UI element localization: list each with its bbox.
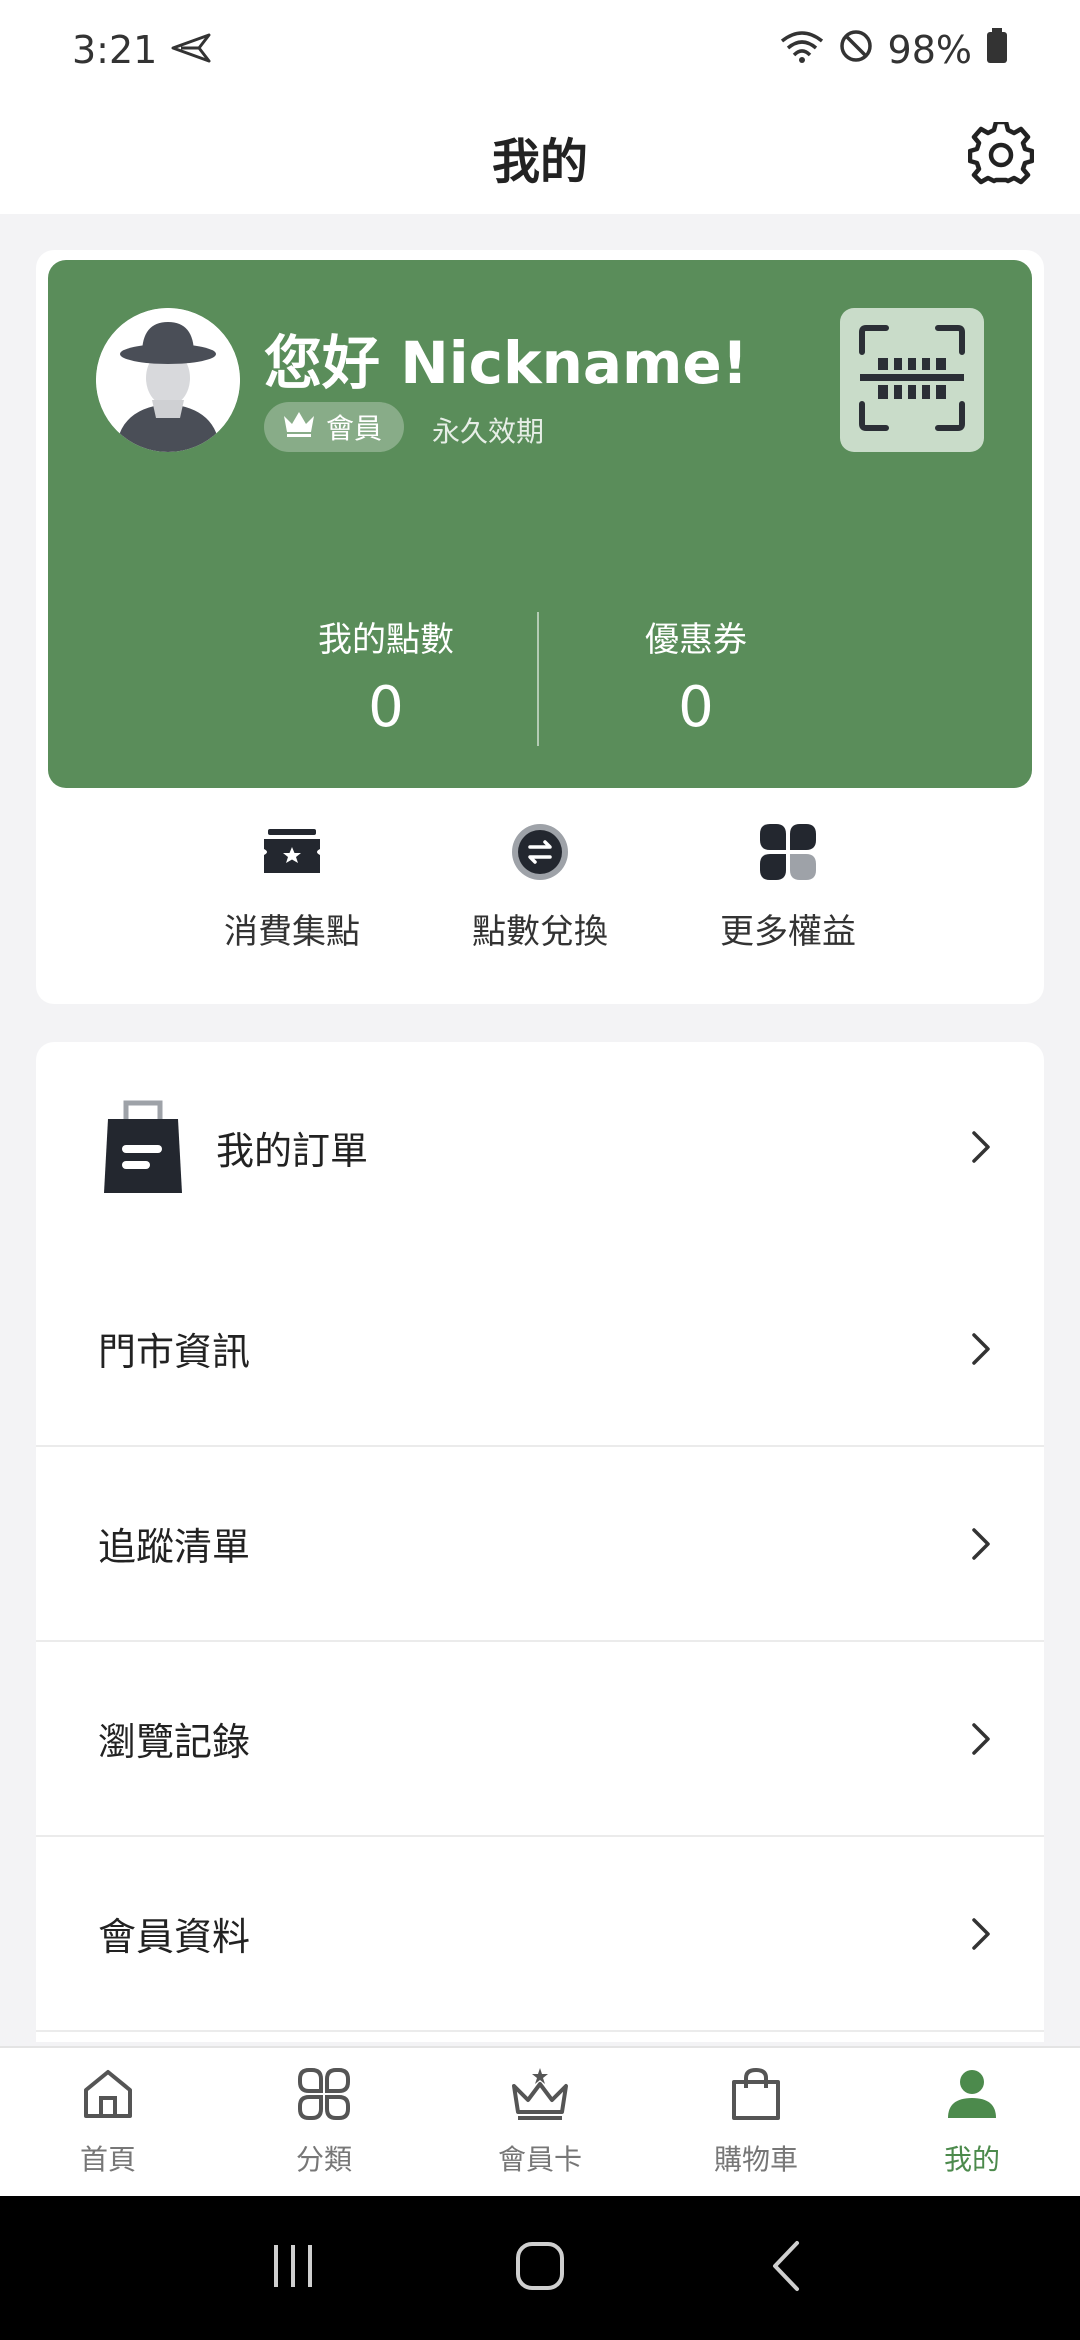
grid-benefits-icon bbox=[756, 820, 820, 884]
battery-icon bbox=[986, 27, 1008, 73]
coupons-value: 0 bbox=[678, 675, 714, 740]
nav-my[interactable]: 我的 bbox=[864, 2048, 1080, 2196]
menu-item-member-profile[interactable]: 會員資料 bbox=[36, 1837, 1044, 2032]
member-badge-label: 會員 bbox=[326, 412, 383, 445]
points-label: 我的點數 bbox=[318, 620, 454, 660]
quick-action-label: 點數兌換 bbox=[472, 912, 608, 952]
menu-item-label: 會員資料 bbox=[98, 1915, 251, 1959]
barcode-scan-icon bbox=[856, 322, 968, 438]
validity-text: 永久效期 bbox=[432, 415, 545, 448]
bottom-nav: 首頁 分類 會員卡 購物車 我的 bbox=[0, 2046, 1080, 2196]
nav-category[interactable]: 分類 bbox=[216, 2048, 432, 2196]
stat-divider bbox=[537, 612, 539, 746]
bag-icon bbox=[728, 2066, 784, 2126]
points-stat[interactable]: 我的點數 0 bbox=[236, 612, 536, 740]
recent-apps-button[interactable] bbox=[253, 2228, 333, 2308]
menu-item-label: 追蹤清單 bbox=[98, 1525, 251, 1569]
back-button[interactable] bbox=[747, 2228, 827, 2308]
menu-item-store-info[interactable]: 門市資訊 bbox=[36, 1252, 1044, 1447]
menu-list: 我的訂單 門市資訊 追蹤清單 瀏覽記錄 會員資料 bbox=[36, 1042, 1044, 2042]
menu-item-label: 門市資訊 bbox=[98, 1330, 251, 1374]
barcode-button[interactable] bbox=[840, 308, 984, 452]
ticket-star-icon bbox=[260, 820, 324, 884]
menu-item-my-orders[interactable]: 我的訂單 bbox=[36, 1042, 1044, 1252]
home-icon bbox=[80, 2066, 136, 2126]
chevron-right-icon bbox=[966, 1329, 996, 1369]
chevron-right-icon bbox=[966, 1719, 996, 1759]
nav-label: 首頁 bbox=[79, 2143, 136, 2176]
recent-apps-icon bbox=[268, 2241, 318, 2295]
status-time: 3:21 bbox=[72, 28, 158, 72]
crown-icon bbox=[510, 2066, 570, 2126]
quick-action-collect-points[interactable]: 消費集點 bbox=[192, 820, 392, 953]
shopping-bag-icon bbox=[98, 1097, 188, 1197]
quick-action-label: 消費集點 bbox=[224, 912, 360, 952]
menu-item-label: 瀏覽記錄 bbox=[98, 1720, 251, 1764]
send-notification-icon bbox=[171, 28, 211, 72]
chevron-right-icon bbox=[966, 1524, 996, 1564]
nav-label: 分類 bbox=[295, 2143, 352, 2176]
member-card: 您好 Nickname! 會員 永久效期 我的點數 0 優惠券 0 bbox=[48, 260, 1032, 788]
member-badge: 會員 bbox=[264, 402, 405, 452]
menu-item-wishlist[interactable]: 追蹤清單 bbox=[36, 1447, 1044, 1642]
coupons-stat[interactable]: 優惠券 0 bbox=[546, 612, 846, 740]
status-left: 3:21 bbox=[72, 28, 211, 72]
battery-percent: 98% bbox=[887, 28, 972, 72]
nav-label: 購物車 bbox=[713, 2143, 798, 2176]
gear-icon bbox=[967, 119, 1035, 192]
quick-action-more-benefits[interactable]: 更多權益 bbox=[688, 820, 888, 953]
status-right: 98% bbox=[780, 27, 1008, 73]
do-not-disturb-icon bbox=[838, 28, 874, 73]
menu-item-label: 我的訂單 bbox=[216, 1128, 369, 1173]
exchange-icon bbox=[508, 820, 572, 884]
quick-action-points-exchange[interactable]: 點數兌換 bbox=[440, 820, 640, 953]
back-chevron-icon bbox=[767, 2239, 807, 2297]
chevron-right-icon bbox=[966, 1914, 996, 1954]
nav-label: 會員卡 bbox=[497, 2143, 582, 2176]
points-value: 0 bbox=[368, 675, 404, 740]
nav-cart[interactable]: 購物車 bbox=[648, 2048, 864, 2196]
nav-home[interactable]: 首頁 bbox=[0, 2048, 216, 2196]
nav-label: 我的 bbox=[943, 2143, 1000, 2176]
home-system-button[interactable] bbox=[500, 2228, 580, 2308]
greeting: 您好 Nickname! bbox=[264, 329, 749, 397]
member-section: 您好 Nickname! 會員 永久效期 我的點數 0 優惠券 0 消費集點 點… bbox=[36, 250, 1044, 1004]
wifi-icon bbox=[780, 28, 824, 72]
menu-item-browse-history[interactable]: 瀏覽記錄 bbox=[36, 1642, 1044, 1837]
status-bar: 3:21 98% bbox=[0, 0, 1080, 100]
category-icon bbox=[296, 2066, 352, 2126]
crown-icon bbox=[282, 410, 316, 445]
home-circle-icon bbox=[513, 2239, 567, 2297]
app-header: 我的 bbox=[0, 100, 1080, 214]
nav-member-card[interactable]: 會員卡 bbox=[432, 2048, 648, 2196]
person-icon bbox=[944, 2066, 1000, 2126]
settings-button[interactable] bbox=[962, 118, 1040, 196]
coupons-label: 優惠券 bbox=[645, 620, 747, 660]
quick-action-label: 更多權益 bbox=[720, 912, 856, 952]
page-title: 我的 bbox=[491, 134, 588, 190]
quick-actions: 消費集點 點數兌換 更多權益 bbox=[36, 820, 1044, 970]
system-nav-bar bbox=[0, 2196, 1080, 2340]
avatar[interactable] bbox=[96, 308, 240, 452]
chevron-right-icon bbox=[966, 1127, 996, 1167]
